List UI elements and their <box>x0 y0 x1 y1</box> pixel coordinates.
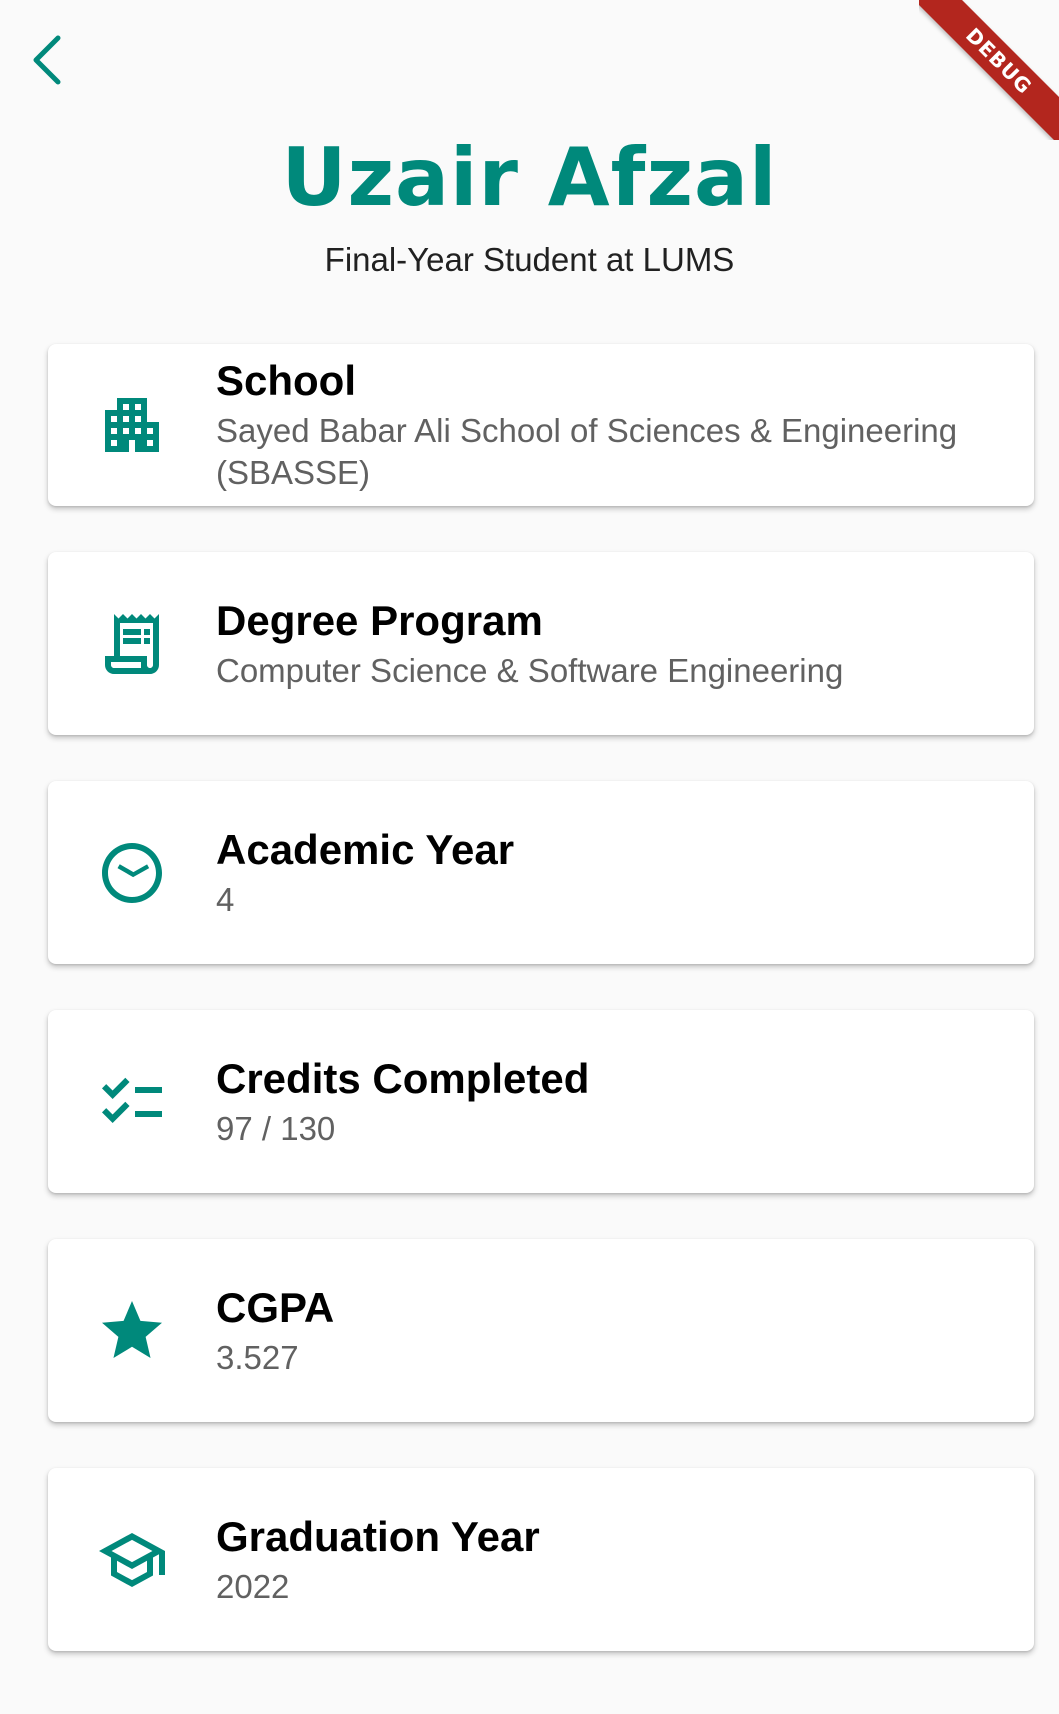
clock-icon <box>102 842 162 903</box>
arrow-back-ios-icon <box>33 35 61 85</box>
card-academic-year: Academic Year 4 <box>48 781 1034 964</box>
card-value: Computer Science & Software Engineering <box>216 651 844 689</box>
back-button[interactable] <box>22 28 70 92</box>
star-icon <box>102 1300 162 1358</box>
card-graduation-year: Graduation Year 2022 <box>48 1468 1034 1651</box>
profile-header: Uzair Afzal Final-Year Student at LUMS <box>0 130 1059 280</box>
profile-name: Uzair Afzal <box>281 131 778 224</box>
apartment-icon <box>105 398 159 452</box>
card-value: 3.527 <box>216 1338 299 1376</box>
graduation-cap-icon <box>99 1532 165 1587</box>
card-value: Sayed Babar Ali School of Sciences & Eng… <box>216 412 958 491</box>
card-value: 97 / 130 <box>216 1109 336 1147</box>
card-title: Graduation Year <box>216 1512 540 1560</box>
info-card-list: School Sayed Babar Ali School of Science… <box>48 344 1034 1651</box>
card-value: 4 <box>216 880 235 918</box>
card-school: School Sayed Babar Ali School of Science… <box>48 344 1034 506</box>
profile-page: DEBUG Uzair Afzal Final-Year Student at … <box>0 0 1059 1714</box>
debug-banner-label: DEBUG <box>919 0 1059 140</box>
debug-banner: DEBUG <box>919 0 1059 140</box>
checklist-icon <box>102 1077 162 1123</box>
card-degree-program: Degree Program Computer Science & Softwa… <box>48 552 1034 735</box>
receipt-long-icon <box>105 613 159 674</box>
card-title: Degree Program <box>216 596 543 644</box>
profile-subtitle: Final-Year Student at LUMS <box>324 241 735 278</box>
card-title: School <box>216 357 357 404</box>
card-title: CGPA <box>216 1283 335 1331</box>
card-value: 2022 <box>216 1567 290 1605</box>
card-title: Credits Completed <box>216 1054 590 1102</box>
card-title: Academic Year <box>216 825 515 873</box>
card-cgpa: CGPA 3.527 <box>48 1239 1034 1422</box>
card-credits-completed: Credits Completed 97 / 130 <box>48 1010 1034 1193</box>
